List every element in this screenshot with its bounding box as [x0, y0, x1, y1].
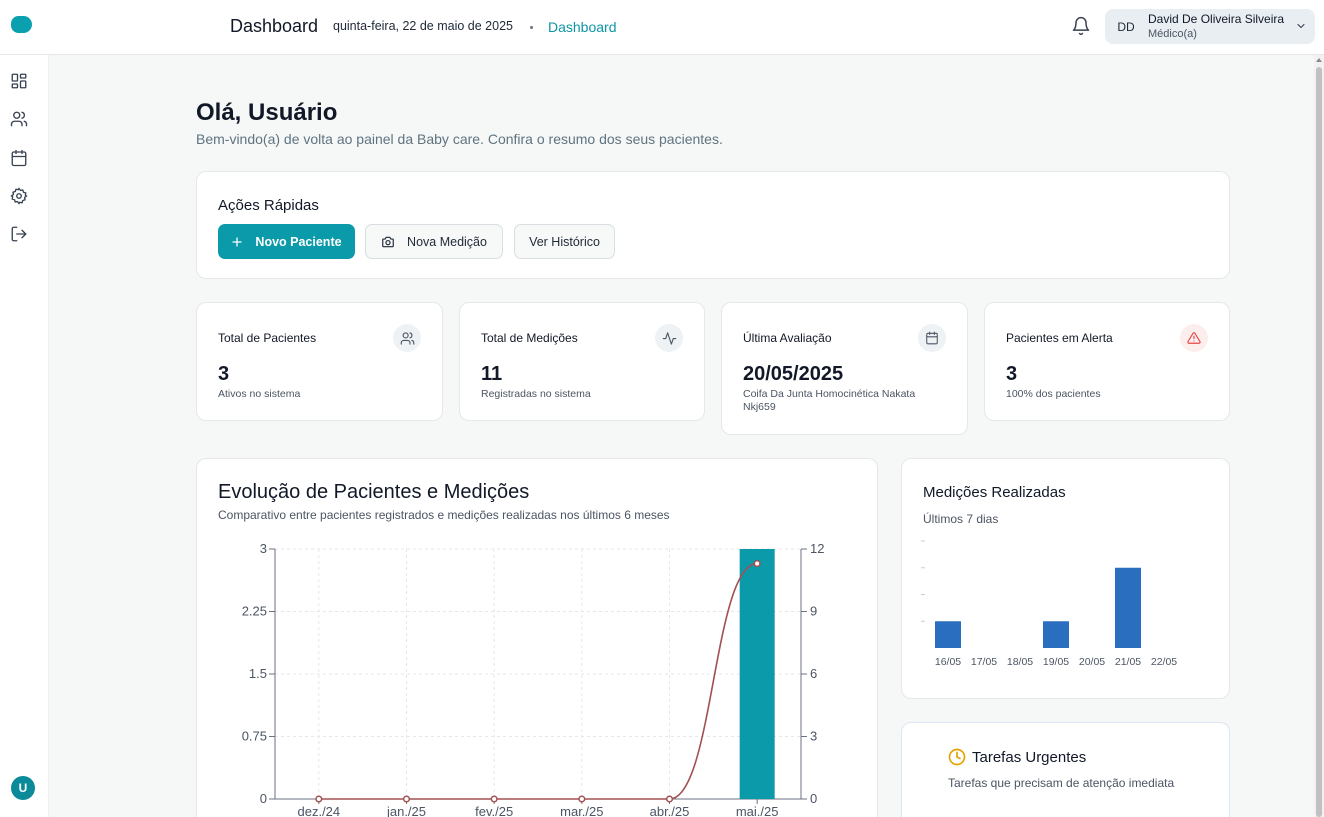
sidebar: U — [0, 55, 49, 817]
stat-value: 3 — [218, 363, 230, 385]
user-name: David De Oliveira Silveira — [1148, 12, 1285, 26]
stat-value: 3 — [1006, 363, 1018, 385]
stat-label: Total de Medições — [481, 331, 578, 345]
line-point — [665, 795, 674, 803]
y-tick-label-right: 3 — [810, 729, 817, 744]
x-tick-label: mai./25 — [736, 804, 779, 817]
scrollbar[interactable] — [1314, 55, 1324, 817]
logout-icon[interactable] — [10, 225, 28, 243]
stat-subtitle: Ativos no sistema — [218, 388, 301, 400]
measurements-chart: 16/05 17/05 18/05 19/05 20/05 21/05 22/05 — [921, 540, 1177, 668]
chart-bar — [1043, 621, 1069, 648]
plus-icon — [232, 236, 243, 247]
y-tick-label-right: 0 — [810, 791, 817, 806]
urgent-tasks-card: Tarefas Urgentes Tarefas que precisam de… — [901, 722, 1230, 817]
calendar-icon — [918, 324, 946, 352]
page-title: Dashboard — [230, 16, 319, 36]
stat-value: 20/05/2025 — [743, 363, 844, 385]
y-tick-label-left: 0 — [260, 791, 267, 806]
camera-icon — [382, 236, 394, 247]
separator-dot — [530, 26, 533, 29]
user-role: Médico(a) — [1148, 28, 1197, 40]
x-tick-label: 20/05 — [1079, 656, 1105, 668]
x-tick-label: 19/05 — [1043, 656, 1069, 668]
x-tick-label: mar./25 — [560, 804, 603, 817]
x-tick-label: jan./25 — [386, 804, 426, 817]
urgent-tasks-title: Tarefas Urgentes — [972, 749, 1087, 766]
activity-icon — [655, 324, 683, 352]
y-tick-label-left: 3 — [260, 541, 267, 556]
stat-card-alerts: Pacientes em Alerta 3 100% dos pacientes — [984, 302, 1230, 421]
y-tick-label-left: 2.25 — [242, 604, 267, 619]
quick-actions-title: Ações Rápidas — [218, 197, 319, 214]
greeting-subtitle: Bem-vindo(a) de volta ao painel da Baby … — [196, 131, 723, 147]
stat-card-last-evaluation: Última Avaliação 20/05/2025 Coifa Da Jun… — [721, 302, 968, 435]
x-tick-label: 17/05 — [971, 656, 997, 668]
measurements-card: Medições Realizadas Últimos 7 dias 16/05… — [901, 458, 1230, 699]
greeting-title: Olá, Usuário — [196, 99, 338, 126]
history-button[interactable]: Ver Histórico — [514, 224, 615, 259]
y-tick-label-right: 12 — [810, 541, 824, 556]
x-tick-label: 22/05 — [1151, 656, 1177, 668]
x-tick-label: 21/05 — [1115, 656, 1141, 668]
y-tick-label-right: 9 — [810, 604, 817, 619]
dashboard-icon[interactable] — [10, 72, 28, 90]
users-icon[interactable] — [10, 110, 28, 128]
avatar: DD — [1117, 20, 1135, 34]
stat-label: Última Avaliação — [743, 331, 832, 345]
new-patient-label: Novo Paciente — [255, 234, 342, 249]
chart-bar — [935, 621, 961, 648]
x-tick-label: 18/05 — [1007, 656, 1033, 668]
clock-icon — [948, 748, 966, 766]
y-tick-label-right: 6 — [810, 666, 817, 681]
line-point — [315, 795, 323, 803]
stat-label: Total de Pacientes — [218, 331, 317, 345]
x-tick-label: fev./25 — [475, 804, 513, 817]
user-avatar-small[interactable]: U — [11, 776, 35, 800]
chart-bar — [739, 549, 775, 799]
current-date: quinta-feira, 22 de maio de 2025 — [333, 19, 513, 33]
x-tick-label: 16/05 — [935, 656, 961, 668]
bell-icon[interactable] — [1071, 16, 1091, 36]
line-point — [578, 795, 586, 803]
chart-bar — [1115, 567, 1141, 648]
evolution-chart-card: Evolução de Pacientes e Medições Compara… — [196, 458, 878, 817]
alert-icon — [1180, 324, 1208, 352]
stat-subtitle: Registradas no sistema — [481, 388, 591, 400]
line-point — [490, 795, 498, 803]
x-tick-label: dez./24 — [298, 804, 341, 817]
series-line — [318, 562, 758, 800]
stat-value: 11 — [481, 363, 503, 385]
stat-label: Pacientes em Alerta — [1006, 331, 1113, 345]
line-point — [753, 560, 761, 568]
line-point — [402, 795, 411, 803]
settings-icon[interactable] — [10, 187, 28, 205]
x-tick-label: abr./25 — [650, 804, 690, 817]
new-measurement-label: Nova Medição — [407, 234, 487, 249]
top-header: Dashboard quinta-feira, 22 de maio de 20… — [0, 0, 1324, 55]
scroll-thumb[interactable] — [1316, 67, 1322, 817]
quick-actions-card: Ações Rápidas Novo Paciente Nova Medição… — [196, 171, 1230, 279]
breadcrumb[interactable]: Dashboard — [548, 19, 617, 35]
user-menu[interactable]: DD David De Oliveira Silveira Médico(a) — [1105, 9, 1315, 44]
stat-subtitle: 100% dos pacientes — [1006, 388, 1101, 400]
urgent-tasks-subtitle: Tarefas que precisam de atenção imediata — [948, 776, 1175, 790]
stat-subtitle: Coifa Da Junta Homocinética Nakata Nkj65… — [743, 388, 916, 413]
scroll-up-arrow[interactable] — [1316, 58, 1322, 62]
users-icon — [393, 324, 421, 352]
stat-card-patients: Total de Pacientes 3 Ativos no sistema — [196, 302, 443, 421]
y-tick-label-left: 0.75 — [242, 729, 267, 744]
chevron-down-icon — [1297, 23, 1305, 29]
new-measurement-button[interactable]: Nova Medição — [365, 224, 503, 259]
history-label: Ver Histórico — [529, 234, 600, 249]
new-patient-button[interactable]: Novo Paciente — [218, 224, 355, 259]
calendar-icon[interactable] — [10, 149, 28, 167]
y-tick-label-left: 1.5 — [249, 666, 267, 681]
app-logo[interactable] — [11, 16, 32, 33]
evolution-chart: 0 0.75 1.5 2.25 3 0 3 6 9 12 dez./24 jan./25 fev./25… — [242, 541, 825, 817]
stat-card-measurements: Total de Medições 11 Registradas no sist… — [459, 302, 705, 421]
